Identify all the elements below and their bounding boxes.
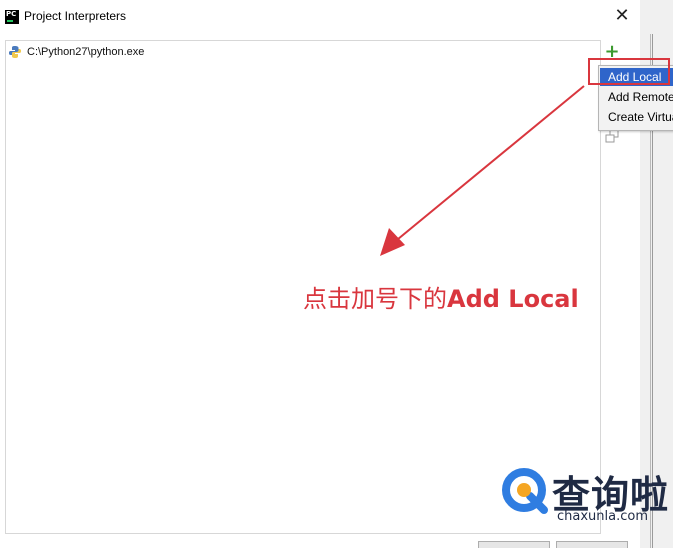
watermark-logo-icon [502, 468, 548, 514]
project-interpreters-dialog: PC Project Interpreters ✕ C:\Python27\py… [0, 0, 673, 548]
watermark: 查询啦 chaxunla.com [495, 462, 673, 532]
annotation-text-cn: 点击加号下的 [303, 285, 447, 313]
list-item[interactable]: C:\Python27\python.exe [8, 44, 144, 60]
close-icon: ✕ [614, 5, 630, 26]
annotation-text: 点击加号下的Add Local [303, 279, 579, 314]
cancel-button[interactable] [556, 541, 628, 548]
ok-button[interactable] [478, 541, 550, 548]
interpreter-path: C:\Python27\python.exe [27, 46, 145, 58]
title-bar: PC Project Interpreters ✕ [0, 0, 640, 34]
close-button[interactable]: ✕ [608, 3, 636, 29]
menu-item-add-remote[interactable]: Add Remote [600, 88, 673, 106]
pycharm-icon: PC [5, 10, 19, 24]
copy-interpreter-button[interactable] [602, 128, 622, 148]
watermark-url: chaxunla.com [557, 509, 648, 524]
python-icon [9, 46, 21, 58]
highlight-box [588, 58, 670, 85]
menu-item-create-virtualenv[interactable]: Create VirtualEnv [600, 108, 673, 126]
annotation-text-en: Add Local [447, 285, 579, 313]
window-title: Project Interpreters [24, 9, 127, 23]
